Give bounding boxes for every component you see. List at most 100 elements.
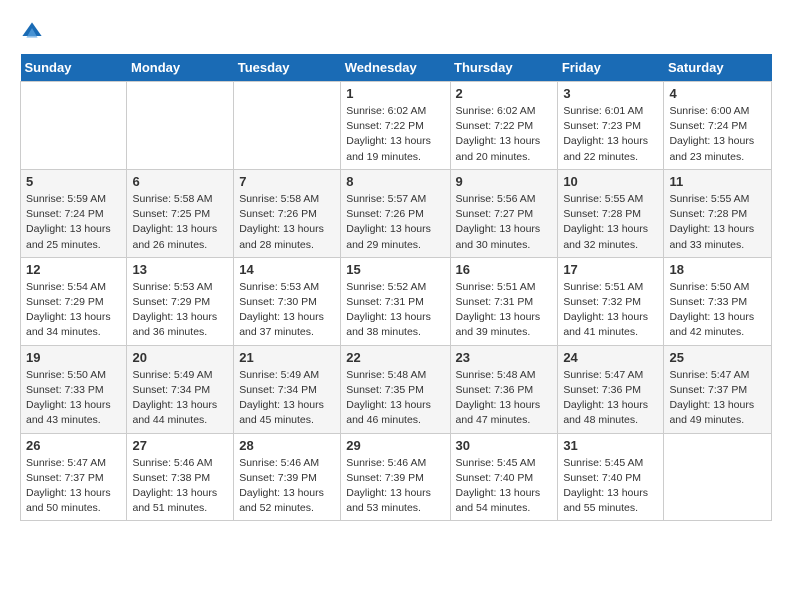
day-number: 6 — [132, 174, 228, 189]
calendar-cell: 20 Sunrise: 5:49 AM Sunset: 7:34 PM Dayli… — [127, 345, 234, 433]
day-number: 18 — [669, 262, 766, 277]
calendar-cell: 30 Sunrise: 5:45 AM Sunset: 7:40 PM Dayli… — [450, 433, 558, 521]
logo — [20, 20, 48, 44]
day-number: 7 — [239, 174, 335, 189]
calendar-cell: 2 Sunrise: 6:02 AM Sunset: 7:22 PM Daylig… — [450, 82, 558, 170]
day-info: Sunrise: 5:47 AM Sunset: 7:37 PM Dayligh… — [669, 368, 766, 429]
day-number: 16 — [456, 262, 553, 277]
calendar-cell: 11 Sunrise: 5:55 AM Sunset: 7:28 PM Dayli… — [664, 169, 772, 257]
weekday-header-row: SundayMondayTuesdayWednesdayThursdayFrid… — [21, 54, 772, 82]
day-info: Sunrise: 5:50 AM Sunset: 7:33 PM Dayligh… — [669, 280, 766, 341]
calendar-cell: 18 Sunrise: 5:50 AM Sunset: 7:33 PM Dayli… — [664, 257, 772, 345]
day-info: Sunrise: 5:49 AM Sunset: 7:34 PM Dayligh… — [239, 368, 335, 429]
day-number: 27 — [132, 438, 228, 453]
calendar-week-row: 5 Sunrise: 5:59 AM Sunset: 7:24 PM Daylig… — [21, 169, 772, 257]
calendar-cell: 14 Sunrise: 5:53 AM Sunset: 7:30 PM Dayli… — [234, 257, 341, 345]
day-number: 19 — [26, 350, 121, 365]
day-info: Sunrise: 5:55 AM Sunset: 7:28 PM Dayligh… — [669, 192, 766, 253]
calendar-cell: 1 Sunrise: 6:02 AM Sunset: 7:22 PM Daylig… — [341, 82, 450, 170]
calendar-cell: 4Sunrise: 6:00 AM Sunset: 7:24 PM Daylig… — [664, 82, 772, 170]
calendar-cell: 27Sunrise: 5:46 AM Sunset: 7:38 PM Dayli… — [127, 433, 234, 521]
calendar-cell — [21, 82, 127, 170]
day-info: Sunrise: 5:49 AM Sunset: 7:34 PM Dayligh… — [132, 368, 228, 429]
day-info: Sunrise: 5:53 AM Sunset: 7:30 PM Dayligh… — [239, 280, 335, 341]
day-info: Sunrise: 5:53 AM Sunset: 7:29 PM Dayligh… — [132, 280, 228, 341]
calendar-cell: 13 Sunrise: 5:53 AM Sunset: 7:29 PM Dayli… — [127, 257, 234, 345]
day-number: 31 — [563, 438, 658, 453]
day-number: 10 — [563, 174, 658, 189]
calendar-cell — [664, 433, 772, 521]
weekday-header-wednesday: Wednesday — [341, 54, 450, 82]
day-number: 21 — [239, 350, 335, 365]
day-number: 14 — [239, 262, 335, 277]
calendar-cell: 3Sunrise: 6:01 AM Sunset: 7:23 PM Daylig… — [558, 82, 664, 170]
day-info: Sunrise: 5:45 AM Sunset: 7:40 PM Dayligh… — [563, 456, 658, 517]
calendar-table: SundayMondayTuesdayWednesdayThursdayFrid… — [20, 54, 772, 521]
calendar-week-row: 12Sunrise: 5:54 AM Sunset: 7:29 PM Dayli… — [21, 257, 772, 345]
calendar-cell — [234, 82, 341, 170]
day-info: Sunrise: 5:48 AM Sunset: 7:35 PM Dayligh… — [346, 368, 444, 429]
calendar-week-row: 1 Sunrise: 6:02 AM Sunset: 7:22 PM Daylig… — [21, 82, 772, 170]
day-info: Sunrise: 5:57 AM Sunset: 7:26 PM Dayligh… — [346, 192, 444, 253]
day-info: Sunrise: 5:52 AM Sunset: 7:31 PM Dayligh… — [346, 280, 444, 341]
calendar-cell: 9Sunrise: 5:56 AM Sunset: 7:27 PM Daylig… — [450, 169, 558, 257]
day-number: 1 — [346, 86, 444, 101]
calendar-cell: 15 Sunrise: 5:52 AM Sunset: 7:31 PM Dayli… — [341, 257, 450, 345]
day-info: Sunrise: 5:56 AM Sunset: 7:27 PM Dayligh… — [456, 192, 553, 253]
day-number: 20 — [132, 350, 228, 365]
day-number: 30 — [456, 438, 553, 453]
day-info: Sunrise: 6:01 AM Sunset: 7:23 PM Dayligh… — [563, 104, 658, 165]
day-number: 5 — [26, 174, 121, 189]
calendar-cell: 12Sunrise: 5:54 AM Sunset: 7:29 PM Dayli… — [21, 257, 127, 345]
day-info: Sunrise: 5:54 AM Sunset: 7:29 PM Dayligh… — [26, 280, 121, 341]
day-info: Sunrise: 6:00 AM Sunset: 7:24 PM Dayligh… — [669, 104, 766, 165]
day-info: Sunrise: 5:51 AM Sunset: 7:32 PM Dayligh… — [563, 280, 658, 341]
calendar-cell: 21 Sunrise: 5:49 AM Sunset: 7:34 PM Dayli… — [234, 345, 341, 433]
weekday-header-tuesday: Tuesday — [234, 54, 341, 82]
calendar-cell: 25Sunrise: 5:47 AM Sunset: 7:37 PM Dayli… — [664, 345, 772, 433]
calendar-cell — [127, 82, 234, 170]
day-info: Sunrise: 5:45 AM Sunset: 7:40 PM Dayligh… — [456, 456, 553, 517]
calendar-cell: 10 Sunrise: 5:55 AM Sunset: 7:28 PM Dayli… — [558, 169, 664, 257]
day-number: 2 — [456, 86, 553, 101]
day-info: Sunrise: 5:46 AM Sunset: 7:39 PM Dayligh… — [346, 456, 444, 517]
calendar-cell: 17 Sunrise: 5:51 AM Sunset: 7:32 PM Dayli… — [558, 257, 664, 345]
calendar-cell: 31 Sunrise: 5:45 AM Sunset: 7:40 PM Dayli… — [558, 433, 664, 521]
day-info: Sunrise: 5:50 AM Sunset: 7:33 PM Dayligh… — [26, 368, 121, 429]
calendar-cell: 8Sunrise: 5:57 AM Sunset: 7:26 PM Daylig… — [341, 169, 450, 257]
day-number: 28 — [239, 438, 335, 453]
calendar-cell: 7 Sunrise: 5:58 AM Sunset: 7:26 PM Daylig… — [234, 169, 341, 257]
day-number: 26 — [26, 438, 121, 453]
calendar-week-row: 26Sunrise: 5:47 AM Sunset: 7:37 PM Dayli… — [21, 433, 772, 521]
day-number: 17 — [563, 262, 658, 277]
day-info: Sunrise: 5:48 AM Sunset: 7:36 PM Dayligh… — [456, 368, 553, 429]
day-info: Sunrise: 5:55 AM Sunset: 7:28 PM Dayligh… — [563, 192, 658, 253]
calendar-cell: 19 Sunrise: 5:50 AM Sunset: 7:33 PM Dayli… — [21, 345, 127, 433]
day-info: Sunrise: 5:51 AM Sunset: 7:31 PM Dayligh… — [456, 280, 553, 341]
day-number: 15 — [346, 262, 444, 277]
day-info: Sunrise: 5:58 AM Sunset: 7:25 PM Dayligh… — [132, 192, 228, 253]
day-info: Sunrise: 6:02 AM Sunset: 7:22 PM Dayligh… — [456, 104, 553, 165]
weekday-header-sunday: Sunday — [21, 54, 127, 82]
day-number: 11 — [669, 174, 766, 189]
page-header — [20, 20, 772, 44]
day-number: 24 — [563, 350, 658, 365]
calendar-cell: 6 Sunrise: 5:58 AM Sunset: 7:25 PM Daylig… — [127, 169, 234, 257]
calendar-cell: 26Sunrise: 5:47 AM Sunset: 7:37 PM Dayli… — [21, 433, 127, 521]
weekday-header-saturday: Saturday — [664, 54, 772, 82]
weekday-header-friday: Friday — [558, 54, 664, 82]
day-info: Sunrise: 6:02 AM Sunset: 7:22 PM Dayligh… — [346, 104, 444, 165]
day-info: Sunrise: 5:58 AM Sunset: 7:26 PM Dayligh… — [239, 192, 335, 253]
calendar-cell: 24 Sunrise: 5:47 AM Sunset: 7:36 PM Dayli… — [558, 345, 664, 433]
calendar-cell: 5 Sunrise: 5:59 AM Sunset: 7:24 PM Daylig… — [21, 169, 127, 257]
calendar-cell: 16 Sunrise: 5:51 AM Sunset: 7:31 PM Dayli… — [450, 257, 558, 345]
logo-icon — [20, 20, 44, 44]
calendar-cell: 28Sunrise: 5:46 AM Sunset: 7:39 PM Dayli… — [234, 433, 341, 521]
weekday-header-monday: Monday — [127, 54, 234, 82]
day-info: Sunrise: 5:59 AM Sunset: 7:24 PM Dayligh… — [26, 192, 121, 253]
calendar-cell: 23Sunrise: 5:48 AM Sunset: 7:36 PM Dayli… — [450, 345, 558, 433]
day-number: 22 — [346, 350, 444, 365]
day-number: 13 — [132, 262, 228, 277]
day-info: Sunrise: 5:47 AM Sunset: 7:36 PM Dayligh… — [563, 368, 658, 429]
calendar-cell: 29Sunrise: 5:46 AM Sunset: 7:39 PM Dayli… — [341, 433, 450, 521]
